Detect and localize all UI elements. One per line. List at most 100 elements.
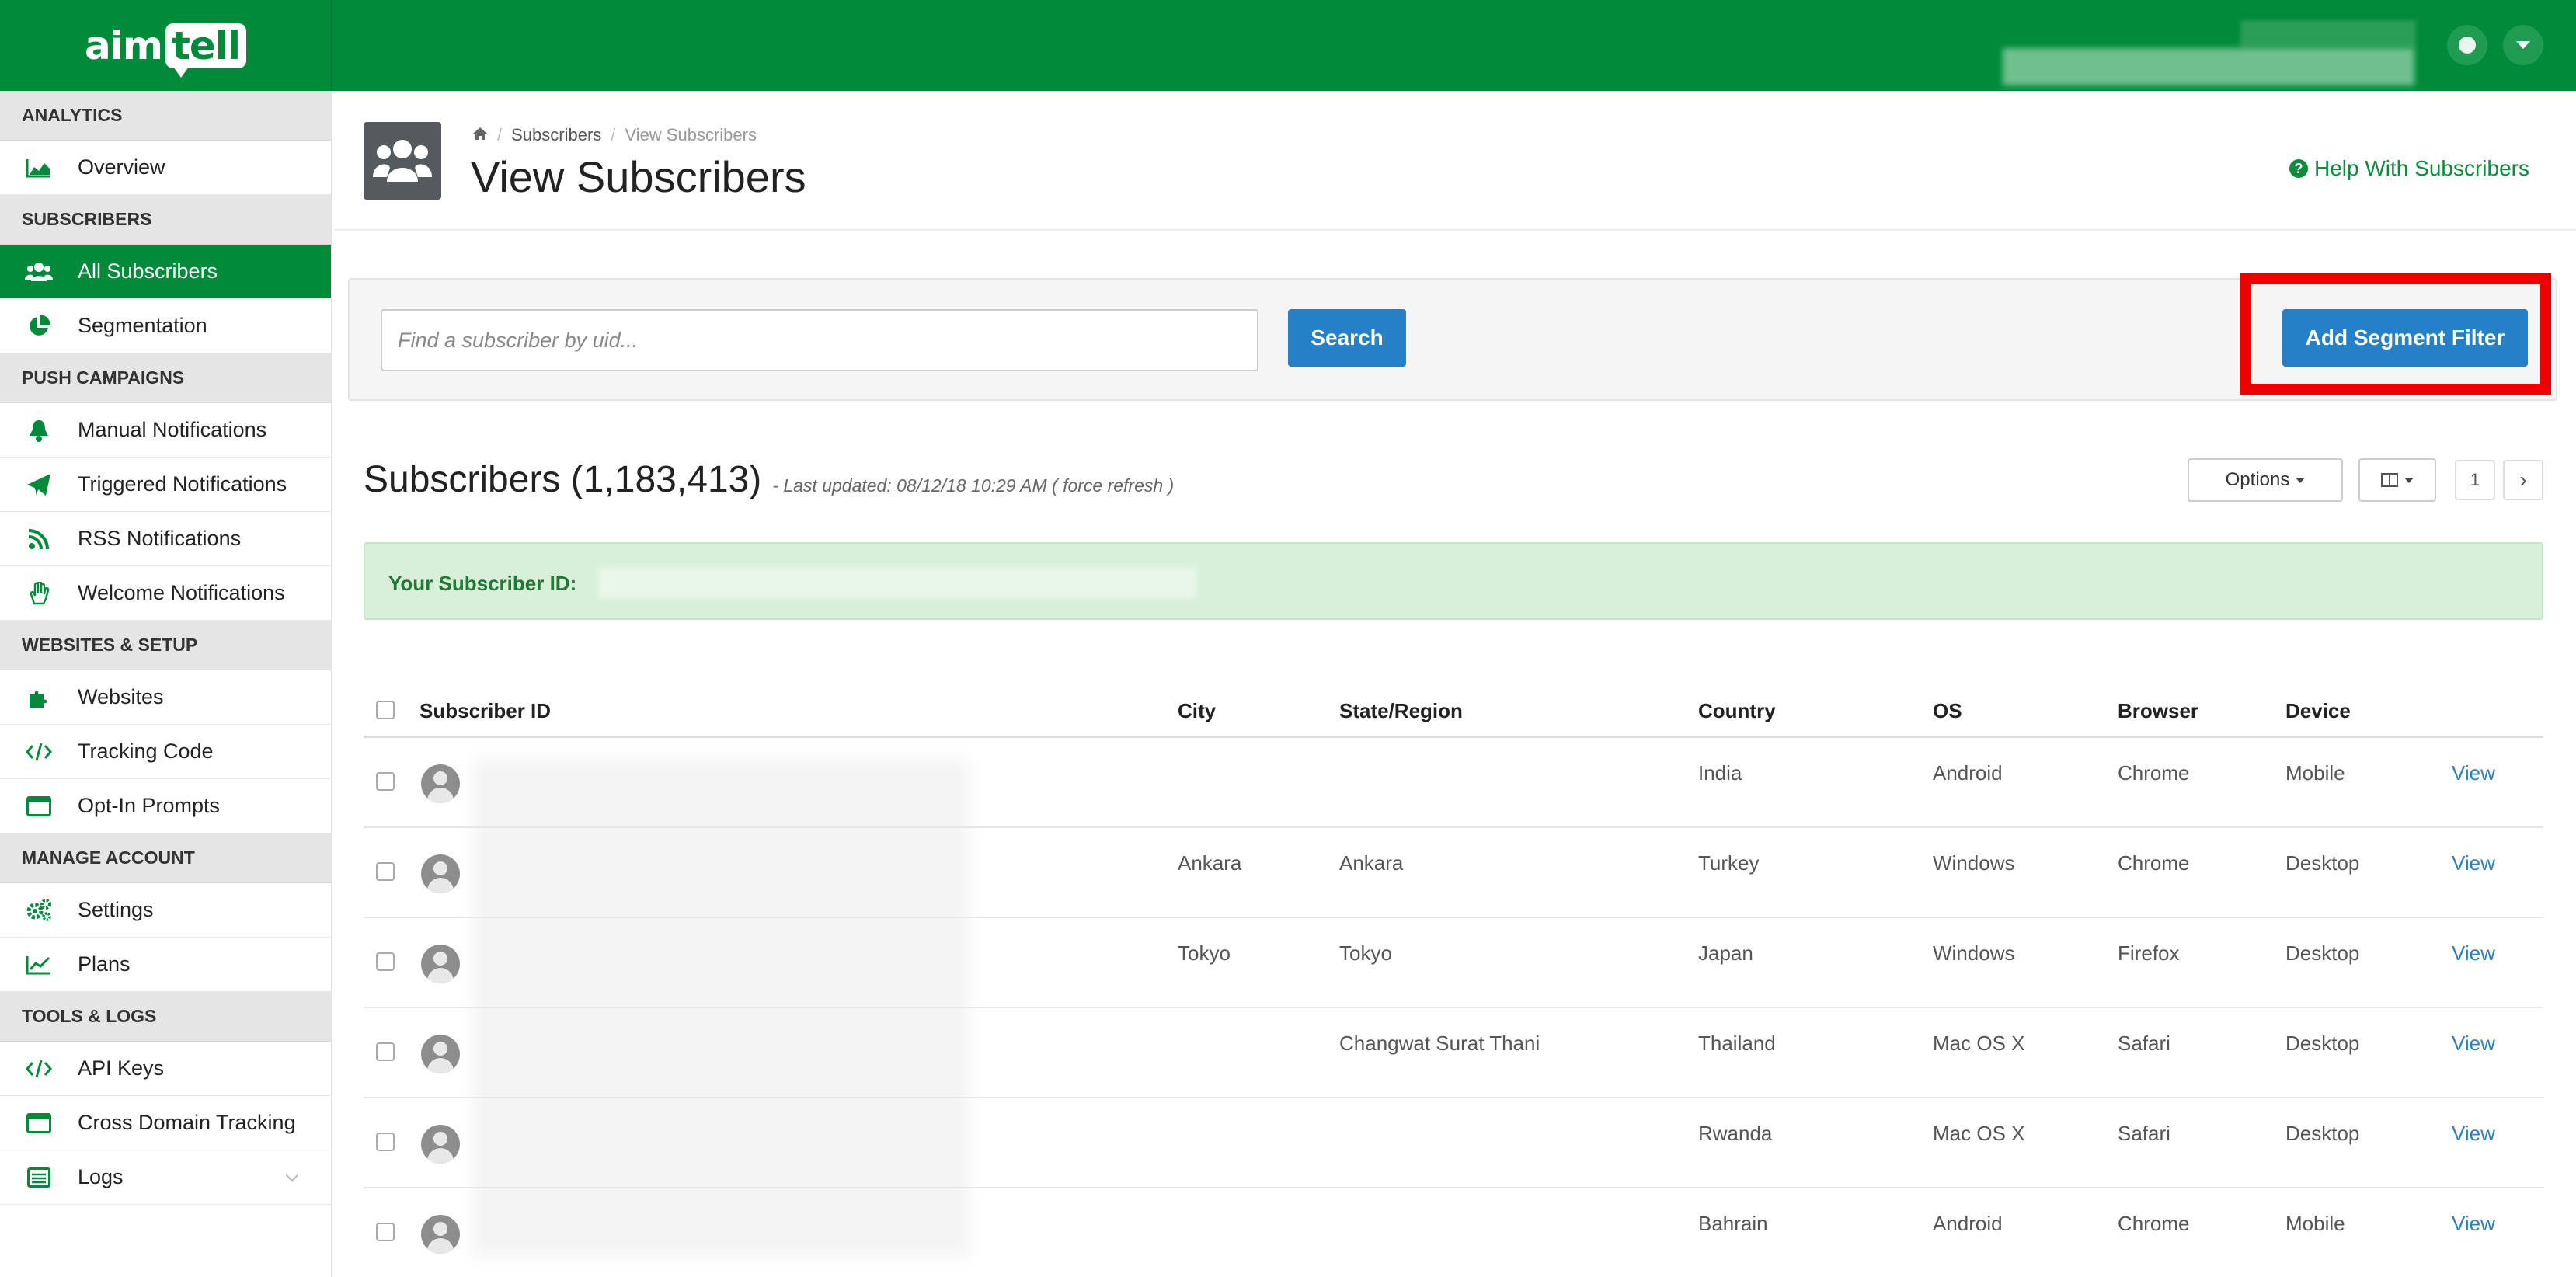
view-subscriber-link[interactable]: View [2452,1122,2495,1146]
columns-icon [2381,473,2398,487]
row-checkbox[interactable] [376,1223,395,1241]
table-row[interactable]: Bahrain Android Chrome Mobile View [364,1188,2543,1277]
row-checkbox[interactable] [376,952,395,971]
view-subscriber-link[interactable]: View [2452,941,2495,966]
sidebar-item-cross-domain-tracking[interactable]: Cross Domain Tracking [0,1096,331,1150]
sidebar-item-logs[interactable]: Logs [0,1150,331,1205]
sidebar-item-label: Opt-In Prompts [78,794,221,817]
cell-os: Android [1933,1212,2003,1235]
logo-area[interactable]: aim tell [0,0,332,91]
users-icon [22,259,56,285]
home-icon[interactable] [472,125,488,145]
view-subscriber-link[interactable]: View [2452,1032,2495,1056]
table-row[interactable]: Rwanda Mac OS X Safari Desktop View [364,1098,2543,1188]
sidebar-item-label: All Subscribers [78,259,218,283]
row-checkbox[interactable] [376,1133,395,1151]
sidebar-item-websites[interactable]: Websites [0,670,331,725]
sidebar-item-api-keys[interactable]: API Keys [0,1042,331,1096]
subscriber-avatar-icon [421,1035,460,1073]
paper-plane-icon [22,471,56,498]
sidebar-item-plans[interactable]: Plans [0,938,331,992]
pagination-next-button[interactable]: › [2503,460,2543,500]
sidebar-item-label: Tracking Code [78,739,214,763]
sidebar-item-overview[interactable]: Overview [0,141,331,195]
cell-device: Desktop [2285,851,2360,875]
sidebar-item-welcome-notifications[interactable]: Welcome Notifications [0,566,331,621]
cell-country: Rwanda [1698,1122,1773,1145]
sidebar-item-segmentation[interactable]: Segmentation [0,299,331,353]
col-os[interactable]: OS [1933,699,1962,723]
help-link-label: Help With Subscribers [2314,156,2529,180]
options-dropdown-button[interactable]: Options [2188,458,2343,502]
user-avatar[interactable] [2447,25,2487,65]
sidebar-item-manual-notifications[interactable]: Manual Notifications [0,403,331,458]
sidebar-item-tracking-code[interactable]: Tracking Code [0,725,331,779]
table-row[interactable]: India Android Chrome Mobile View [364,738,2543,828]
select-all-checkbox[interactable] [376,701,395,719]
bell-icon [22,417,56,444]
pagination-page[interactable]: 1 [2455,460,2495,500]
cell-country: Turkey [1698,851,1760,875]
sidebar-item-label: Welcome Notifications [78,581,285,604]
cell-browser: Chrome [2118,1212,2190,1235]
breadcrumb-subscribers[interactable]: Subscribers [511,125,601,145]
view-subscriber-link[interactable]: View [2452,851,2495,875]
col-device[interactable]: Device [2285,699,2351,723]
sidebar-item-label: Plans [78,952,131,976]
columns-toggle-button[interactable] [2358,458,2436,502]
subscribers-count-title: Subscribers (1,183,413) [364,459,762,500]
subscriber-avatar-icon [421,945,460,983]
cell-device: Desktop [2285,1122,2360,1145]
table-row[interactable]: Changwat Surat Thani Thailand Mac OS X Safa… [364,1008,2543,1098]
sidebar-item-label: RSS Notifications [78,527,242,550]
row-checkbox[interactable] [376,862,395,881]
subscriber-search-input[interactable] [381,309,1258,371]
sidebar-item-label: Segmentation [78,314,207,337]
cell-device: Desktop [2285,1032,2360,1055]
cell-os: Android [1933,761,2003,785]
table-row[interactable]: Ankara Ankara Turkey Windows Chrome Desktop Vi… [364,828,2543,918]
pie-chart-icon [22,313,56,339]
sidebar-header-analytics: ANALYTICS [0,91,331,141]
sidebar-header-manage-account: MANAGE ACCOUNT [0,833,331,883]
sidebar-item-rss-notifications[interactable]: RSS Notifications [0,512,331,566]
col-state[interactable]: State/Region [1339,699,1463,723]
sidebar-item-settings[interactable]: Settings [0,883,331,938]
subscriber-avatar-icon [421,854,460,893]
puzzle-icon [22,684,56,711]
caret-down-icon [2516,41,2530,49]
view-subscriber-link[interactable]: View [2452,761,2495,785]
sidebar-item-label: Logs [78,1165,124,1188]
breadcrumb-current: View Subscribers [625,125,757,144]
col-country[interactable]: Country [1698,699,1776,723]
col-city[interactable]: City [1178,699,1216,723]
aimtell-logo[interactable]: aim tell [85,23,247,78]
row-checkbox[interactable] [376,1042,395,1061]
account-dropdown-button[interactable] [2503,25,2543,65]
col-subscriber-id[interactable]: Subscriber ID [419,699,551,723]
code-icon [22,739,56,765]
sidebar-item-opt-in-prompts[interactable]: Opt-In Prompts [0,779,331,833]
options-label: Options [2225,469,2290,490]
redacted-subscriber-id [598,567,1196,598]
table-row[interactable]: Tokyo Tokyo Japan Windows Firefox Desktop View [364,918,2543,1008]
sidebar-item-label: Triggered Notifications [78,472,287,496]
view-subscriber-link[interactable]: View [2452,1212,2495,1236]
row-checkbox[interactable] [376,772,395,791]
sidebar-item-triggered-notifications[interactable]: Triggered Notifications [0,458,331,512]
search-button[interactable]: Search [1288,309,1406,367]
last-updated-text[interactable]: - Last updated: 08/12/18 10:29 AM ( forc… [772,475,1174,496]
page-title: View Subscribers [471,152,806,201]
cell-country: India [1698,761,1742,785]
chevron-down-icon[interactable] [285,1168,299,1182]
col-browser[interactable]: Browser [2118,699,2198,723]
help-with-subscribers-link[interactable]: ? Help With Subscribers [2289,156,2529,181]
code-icon [22,1056,56,1082]
subscriber-id-alert: Your Subscriber ID: [364,542,2543,620]
subscriber-avatar-icon [421,764,460,803]
rss-icon [22,526,56,552]
sidebar-item-all-subscribers[interactable]: All Subscribers [0,245,331,299]
add-segment-filter-button[interactable]: Add Segment Filter [2282,309,2528,367]
cell-state: Ankara [1339,851,1404,875]
line-chart-icon [22,952,56,978]
